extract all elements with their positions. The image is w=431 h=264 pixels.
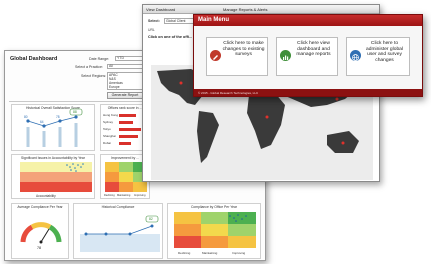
office-label: Tokyo <box>103 127 111 131</box>
practice-select[interactable]: All <box>107 64 143 69</box>
heat-cell <box>20 182 92 192</box>
date-range-label: Date Range: <box>89 57 110 61</box>
gauge-band-low <box>20 224 34 243</box>
office-marker <box>335 97 339 101</box>
satisfaction-value: 64 <box>40 120 44 124</box>
regions-listbox[interactable]: APAC N&S Americas Europe <box>107 72 143 90</box>
compliance-label: Declining <box>178 251 191 255</box>
office-bar <box>119 113 136 117</box>
compliance-point <box>150 224 154 228</box>
satisfaction-line <box>27 116 77 127</box>
dashboard-icon <box>280 50 291 61</box>
continent-south-america <box>197 111 219 163</box>
compliance-label: Improving <box>232 251 246 255</box>
gauge-value: 78 <box>37 246 41 250</box>
practice-label: Select a Practice: <box>75 65 103 69</box>
improvement-label: Improving <box>134 194 146 197</box>
main-menu-window: Main Menu Click here to make changes to … <box>193 14 423 97</box>
view-dashboard-label: Click here view dashboard and manage rep… <box>296 41 331 58</box>
historical-compliance-panel: Historical Compliance 82 <box>73 203 163 259</box>
url-label: URL <box>148 28 155 32</box>
office-marker <box>341 141 345 145</box>
office-label: Hong Kong <box>103 113 119 117</box>
compliance-gauge-panel: Average Compliance Per Year 78 <box>11 203 69 259</box>
generate-report-button[interactable]: Generate Report <box>107 92 143 99</box>
gauge-band-high <box>48 224 62 243</box>
edit-icon <box>210 50 221 61</box>
continent-africa <box>247 93 285 149</box>
gauge-band-mid <box>30 222 52 230</box>
compliance-point <box>84 232 88 236</box>
office-label: Shanghai <box>103 134 116 138</box>
satisfaction-callout-value: 88 <box>73 109 77 114</box>
view-dashboard-link[interactable]: View Dashboard <box>146 7 175 12</box>
satisfaction-panel: Historical Overall Satisfaction Score 88… <box>11 104 95 151</box>
satisfaction-value: 78 <box>56 115 60 119</box>
view-dashboard-button[interactable]: Click here view dashboard and manage rep… <box>276 37 338 76</box>
satisfaction-point <box>58 119 62 123</box>
improvement-label: Declining <box>104 194 115 197</box>
office-marker <box>179 81 183 85</box>
compliance-office-panel: Compliance by Office Per Year Declining … <box>167 203 261 259</box>
compliance-point <box>104 232 108 236</box>
compliance-area <box>80 234 160 252</box>
manage-title: Manage Reports & Alerts <box>223 7 268 12</box>
regions-label: Select Regions: <box>81 74 107 78</box>
edit-surveys-label: Click here to make changes to existing s… <box>222 41 265 58</box>
office-bar <box>119 134 138 138</box>
edit-surveys-button[interactable]: Click here to make changes to existing s… <box>206 37 268 76</box>
office-label: Dubai <box>103 141 111 145</box>
compliance-label: Maintaining <box>202 251 218 255</box>
region-option[interactable]: Europe <box>109 85 142 89</box>
compliance-gauge <box>20 222 62 244</box>
improvement-label: Maintaining <box>117 194 131 197</box>
office-bar <box>119 141 131 145</box>
satisfaction-point <box>26 119 30 123</box>
office-bar <box>119 120 134 124</box>
historical-compliance-chart <box>80 215 160 252</box>
satisfaction-point <box>74 115 78 119</box>
heat-cell <box>20 172 92 182</box>
main-menu-title: Main Menu <box>198 17 229 23</box>
accountability-panel: Significant Issues in Accountability by … <box>11 154 95 199</box>
administer-users-button[interactable]: Click here to administer global user and… <box>346 37 410 76</box>
client-select[interactable]: Global Client <box>164 18 194 24</box>
compliance-line <box>86 225 153 235</box>
administer-users-label: Click here to administer global user and… <box>366 41 403 63</box>
satisfaction-point <box>42 124 46 128</box>
office-label: Sydney <box>103 120 114 124</box>
office-bar <box>119 127 141 131</box>
satisfaction-chart <box>26 108 83 147</box>
map-hint: Click on one of the offi... <box>148 35 193 39</box>
main-menu-footer: © 2015 - Global Research Technologies, L… <box>198 91 259 95</box>
gauge-hub <box>39 240 43 244</box>
client-select-label: Select: <box>148 19 160 23</box>
office-marker <box>265 115 269 119</box>
dashboard-title: Global Dashboard <box>10 56 58 62</box>
compliance-callout-value: 82 <box>149 216 153 221</box>
compliance-point <box>128 232 132 236</box>
date-range-select[interactable]: YTD <box>115 56 143 61</box>
satisfaction-value: 80 <box>24 115 28 119</box>
heat-x-label: Accountability <box>36 194 56 198</box>
globe-icon <box>350 50 361 61</box>
gauge-needle <box>40 228 50 243</box>
